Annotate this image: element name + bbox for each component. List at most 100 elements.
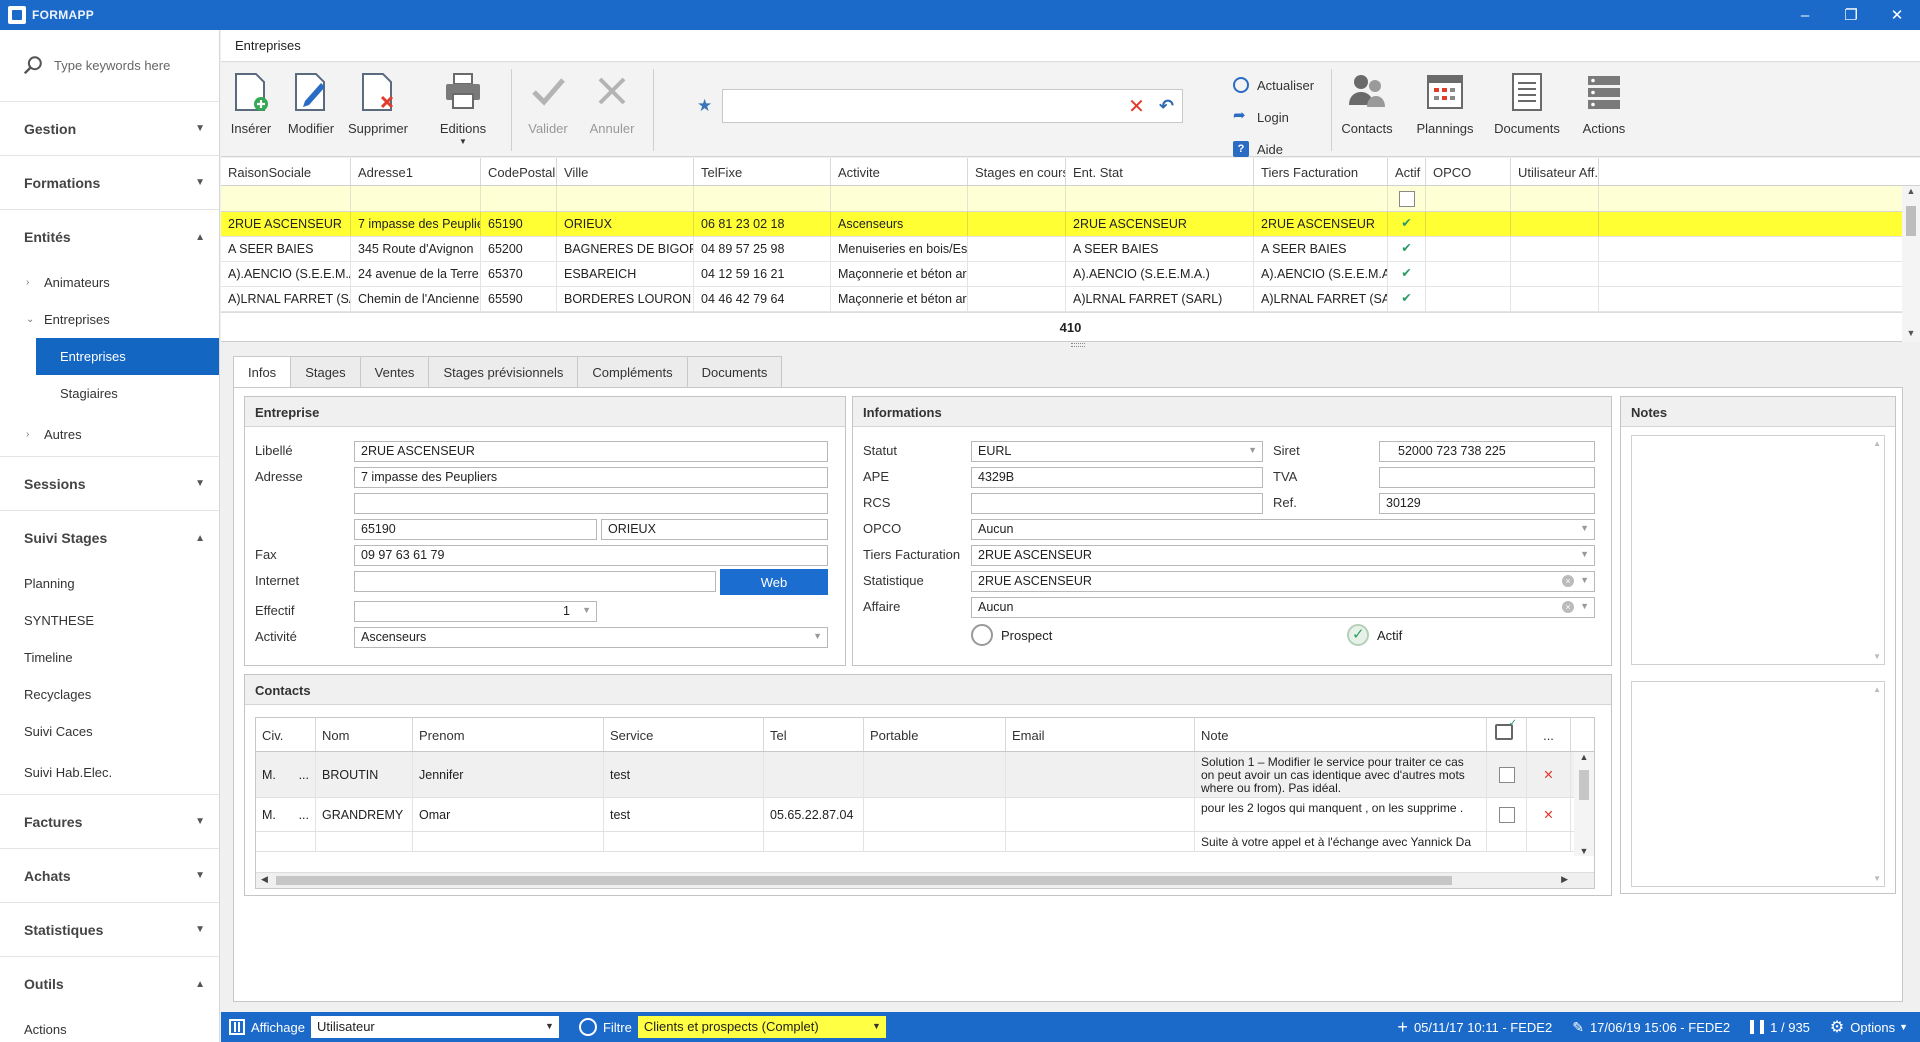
nav-item-suivi-hab-elec[interactable]: Suivi Hab.Elec.	[0, 750, 219, 795]
delete-contact-icon[interactable]: ✕	[1527, 798, 1571, 831]
grid-column-header[interactable]: Stages en cours	[968, 158, 1066, 185]
contact-row[interactable]: Suite à votre appel et à l'échange avec …	[256, 832, 1594, 852]
nav-item-suivi-caces[interactable]: Suivi Caces	[0, 713, 219, 750]
nav-group-statistiques[interactable]: Statistiques ▼	[0, 903, 219, 957]
dropdown-arrow-icon[interactable]: ▼	[545, 1021, 554, 1031]
favorite-star-icon[interactable]: ★	[697, 96, 714, 116]
nav-item-timeline[interactable]: Timeline	[0, 639, 219, 676]
nav-item-entreprises[interactable]: ⌄ Entreprises	[0, 301, 219, 338]
grid-column-header[interactable]: Utilisateur Aff...	[1511, 158, 1599, 185]
filter-checkbox[interactable]	[1398, 190, 1415, 207]
col-nom[interactable]: Nom	[316, 718, 413, 751]
affaire-select[interactable]: Aucun × ▼	[971, 597, 1595, 618]
grid-column-header[interactable]: Activite	[831, 158, 968, 185]
tab-infos[interactable]: Infos	[233, 356, 292, 388]
scroll-thumb[interactable]	[1906, 206, 1916, 236]
grid-column-header[interactable]: CodePostal	[481, 158, 557, 185]
delete-button[interactable]: Supprimer	[341, 63, 415, 157]
col-email[interactable]: Email	[1006, 718, 1195, 751]
tva-field[interactable]	[1379, 467, 1595, 488]
edit-button[interactable]: Modifier	[283, 63, 339, 157]
table-row[interactable]: A)LRNAL FARRET (SARL)Chemin de l'Ancienn…	[221, 287, 1920, 312]
scroll-right-icon[interactable]: ▶	[1561, 874, 1568, 885]
grid-filter-cell[interactable]	[968, 186, 1066, 211]
tab-ventes[interactable]: Ventes	[359, 356, 430, 388]
col-civ[interactable]: Civ.	[256, 718, 316, 751]
col-tel[interactable]: Tel	[764, 718, 864, 751]
tab-stages-previsionnels[interactable]: Stages prévisionnels	[428, 356, 579, 388]
dropdown-arrow-icon[interactable]: ▼	[813, 631, 822, 641]
adresse1-field[interactable]: 7 impasse des Peupliers	[354, 467, 828, 488]
filtre-select[interactable]: Clients et prospects (Complet) ▼	[637, 1016, 886, 1038]
contacts-vertical-scrollbar[interactable]: ▲ ▼	[1574, 752, 1594, 856]
document-tab[interactable]: Entreprises	[221, 30, 1920, 62]
tab-stages[interactable]: Stages	[290, 356, 361, 388]
undo-search-icon[interactable]: ↶	[1159, 96, 1174, 117]
nav-group-factures[interactable]: Factures ▼	[0, 795, 219, 849]
dropdown-arrow-icon[interactable]: ▼	[872, 1021, 881, 1031]
print-checkbox[interactable]	[1498, 806, 1515, 823]
dropdown-arrow-icon[interactable]: ▼	[1580, 601, 1589, 611]
nav-group-outils[interactable]: Outils ▲	[0, 957, 219, 1011]
affichage-select[interactable]: Utilisateur ▼	[310, 1016, 559, 1038]
nav-item-entreprises-active[interactable]: Entreprises	[36, 338, 219, 375]
minimize-icon[interactable]: –	[1782, 0, 1828, 30]
dropdown-arrow-icon[interactable]: ▼	[1248, 445, 1257, 455]
grid-filter-cell[interactable]	[1066, 186, 1254, 211]
contact-more-button[interactable]: ...	[299, 808, 309, 822]
grid-vertical-scrollbar[interactable]: ▲ ▼	[1902, 186, 1920, 342]
scroll-left-icon[interactable]: ◀	[261, 874, 268, 885]
grid-filter-cell[interactable]	[221, 186, 351, 211]
ville-field[interactable]: ORIEUX	[601, 519, 828, 540]
nav-group-suivi-stages[interactable]: Suivi Stages ▲	[0, 511, 219, 565]
plannings-button[interactable]: Plannings	[1407, 63, 1483, 157]
col-portable[interactable]: Portable	[864, 718, 1006, 751]
col-note[interactable]: Note	[1195, 718, 1487, 751]
options-button[interactable]: Options	[1850, 1020, 1895, 1035]
tiers-facturation-select[interactable]: 2RUE ASCENSEUR ▼	[971, 545, 1595, 566]
grid-column-header[interactable]: Tiers Facturation	[1254, 158, 1388, 185]
scroll-up-icon[interactable]: ▲	[1574, 752, 1594, 762]
scroll-thumb[interactable]	[276, 876, 1452, 885]
clear-search-icon[interactable]: ✕	[1128, 94, 1145, 119]
grid-filter-cell[interactable]	[1511, 186, 1599, 211]
nav-item-actions[interactable]: Actions	[0, 1011, 219, 1042]
col-service[interactable]: Service	[604, 718, 764, 751]
grid-column-header[interactable]: OPCO	[1426, 158, 1511, 185]
actif-radio[interactable]: Actif	[1347, 624, 1402, 646]
prospect-radio[interactable]: Prospect	[971, 624, 1052, 646]
scroll-down-icon[interactable]: ▼	[1574, 846, 1594, 856]
splitter-handle[interactable]	[1071, 343, 1085, 347]
ref-field[interactable]: 30129	[1379, 493, 1595, 514]
grid-filter-cell[interactable]	[694, 186, 831, 211]
scroll-up-icon[interactable]: ▲	[1902, 186, 1920, 200]
scroll-down-icon[interactable]: ▼	[1873, 652, 1881, 661]
grid-column-header[interactable]: TelFixe	[694, 158, 831, 185]
table-row[interactable]: A).AENCIO (S.E.E.M.A.)24 avenue de la Te…	[221, 262, 1920, 287]
nav-item-autres[interactable]: › Autres	[0, 412, 219, 457]
view-toggle-icon[interactable]	[229, 1019, 245, 1035]
contact-more-button[interactable]: ...	[299, 768, 309, 782]
scroll-up-icon[interactable]: ▲	[1873, 685, 1881, 694]
dropdown-arrow-icon[interactable]: ▼	[1580, 575, 1589, 585]
login-link[interactable]: ➦ Login	[1233, 101, 1314, 133]
tab-complements[interactable]: Compléments	[577, 356, 688, 388]
grid-column-header[interactable]: Ent. Stat	[1066, 158, 1254, 185]
nav-group-sessions[interactable]: Sessions ▼	[0, 457, 219, 511]
contacts-horizontal-scrollbar[interactable]: ◀ ▶	[256, 872, 1594, 888]
grid-column-header[interactable]: Actif	[1388, 158, 1426, 185]
print-checkbox[interactable]	[1498, 766, 1515, 783]
siret-field[interactable]: 52000 723 738 225	[1379, 441, 1595, 462]
grid-filter-cell[interactable]	[557, 186, 694, 211]
col-more[interactable]: ...	[1527, 718, 1571, 751]
validate-button[interactable]: Valider	[517, 63, 579, 157]
nav-item-synthese[interactable]: SYNTHESE	[0, 602, 219, 639]
ribbon-search-input[interactable]: ✕ ↶	[721, 89, 1183, 123]
close-icon[interactable]: ✕	[1874, 0, 1920, 30]
ape-field[interactable]: 4329B	[971, 467, 1263, 488]
code-postal-field[interactable]: 65190	[354, 519, 597, 540]
grid-column-header[interactable]: Ville	[557, 158, 694, 185]
statut-select[interactable]: EURL ▼	[971, 441, 1263, 462]
dropdown-arrow-icon[interactable]: ▼	[1580, 523, 1589, 533]
grid-filter-cell[interactable]	[481, 186, 557, 211]
